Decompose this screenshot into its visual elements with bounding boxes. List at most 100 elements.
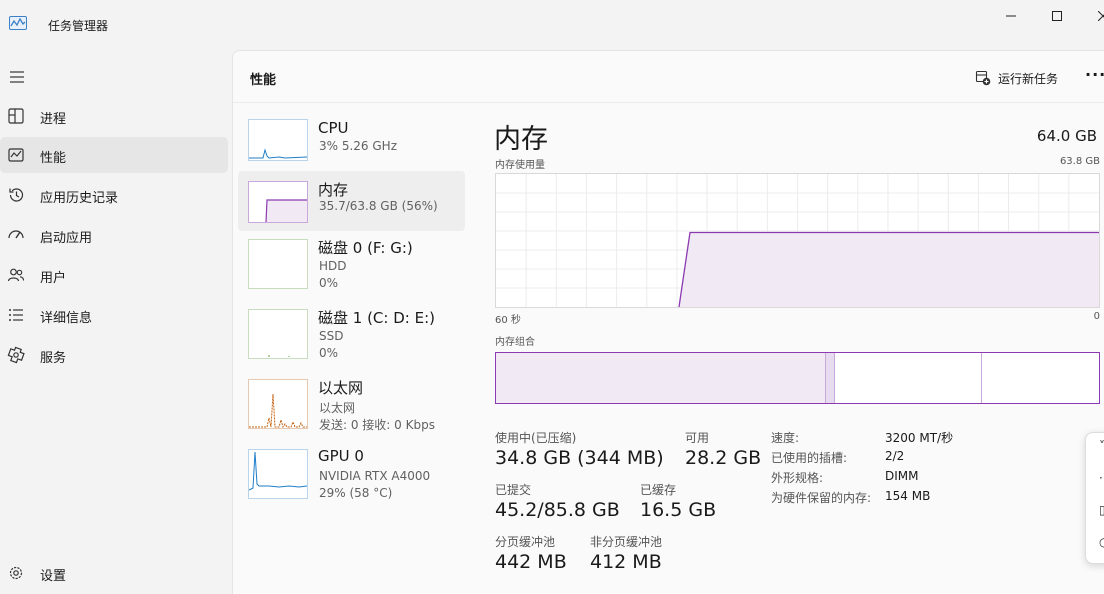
speed-value: 3200 MT/秒 [885, 431, 954, 445]
memory-composition-bar [495, 352, 1100, 404]
processes-icon [8, 108, 24, 124]
memory-usage-max: 63.8 GB [1059, 156, 1100, 167]
perf-item-disk-0[interactable]: 磁盘 0 (F: G:) HDD 0% [238, 239, 465, 299]
memory-total: 64.0 GB [1036, 127, 1097, 145]
gpu-thumbnail-graph [248, 449, 308, 499]
perf-item-cpu[interactable]: CPU 3% 5.26 GHz [238, 119, 465, 179]
perf-item-model: NVIDIA RTX A4000 [319, 469, 431, 483]
hardware-reserved-value: 154 MB [885, 489, 931, 503]
standby-segment [835, 353, 982, 403]
sidebar-item-label: 设置 [40, 569, 67, 584]
maximize-icon [1052, 11, 1062, 21]
slots-key: 已使用的插槽: [771, 451, 848, 465]
performance-icon [8, 148, 24, 162]
sidebar-item-app-history[interactable]: 应用历史记录 [0, 177, 228, 213]
perf-item-memory[interactable]: 内存 35.7/63.8 GB (56%) [238, 171, 465, 231]
sidebar-item-users[interactable]: 用户 [0, 257, 228, 293]
new-task-icon [975, 70, 991, 86]
hamburger-menu-icon[interactable] [9, 70, 27, 84]
paged-pool-label: 分页缓冲池 [495, 535, 556, 549]
perf-item-usage: 0% [319, 346, 339, 360]
perf-item-throughput: 发送: 0 接收: 0 Kbps [319, 418, 435, 432]
close-icon [1098, 11, 1104, 21]
memory-thumbnail-graph [248, 181, 308, 223]
in-use-segment [496, 353, 826, 403]
title-bar: 任务管理器 [0, 0, 1104, 50]
form-factor-value: DIMM [885, 469, 919, 483]
page-header: 性能 运行新任务 ··· [233, 51, 1104, 103]
perf-item-adapter: 以太网 [319, 401, 356, 415]
sidebar-item-performance[interactable]: 性能 [0, 137, 228, 173]
floating-panel-icon-3: ▯ [1099, 503, 1104, 517]
form-factor-key: 外形规格: [771, 471, 824, 485]
more-options-button[interactable]: ··· [1085, 65, 1104, 84]
sidebar-item-label: 应用历史记录 [40, 191, 119, 206]
cpu-thumbnail-graph [248, 119, 308, 161]
sidebar-item-services[interactable]: 服务 [0, 337, 228, 373]
perf-item-name: 以太网 [318, 379, 364, 397]
sidebar-item-label: 服务 [40, 351, 67, 366]
memory-usage-label: 内存使用量 [495, 160, 545, 171]
minimize-icon [1006, 15, 1016, 17]
sidebar-item-startup[interactable]: 启动应用 [0, 217, 228, 253]
run-new-task-label: 运行新任务 [998, 71, 1059, 86]
sidebar: 进程 性能 应用历史记录 启动应用 用户 详细信息 服务 设置 [0, 50, 232, 594]
users-icon [7, 268, 25, 282]
committed-label: 已提交 [495, 483, 532, 497]
sidebar-item-label: 性能 [40, 151, 67, 166]
maximize-button[interactable] [1034, 2, 1080, 30]
slots-value: 2/2 [885, 449, 905, 463]
main-content: 性能 运行新任务 ··· CPU 3% 5.26 GHz [232, 50, 1104, 594]
speed-key: 速度: [771, 431, 800, 445]
memory-usage-area [679, 232, 1099, 307]
sidebar-item-label: 启动应用 [40, 231, 93, 246]
services-icon [7, 346, 25, 364]
perf-item-name: CPU [318, 119, 349, 137]
disk-1-thumbnail-graph [248, 309, 308, 359]
available-label: 可用 [685, 431, 710, 445]
nonpaged-pool-value: 412 MB [590, 551, 662, 573]
perf-item-usage: 0% [319, 276, 339, 290]
floating-panel-icon-1: ˅ [1099, 439, 1104, 453]
perf-item-name: 磁盘 0 (F: G:) [318, 239, 413, 257]
sidebar-item-label: 详细信息 [40, 311, 93, 326]
perf-item-disk-1[interactable]: 磁盘 1 (C: D: E:) SSD 0% [238, 309, 465, 369]
sidebar-item-settings[interactable]: 设置 [0, 555, 228, 591]
run-new-task-button[interactable]: 运行新任务 [975, 68, 1058, 88]
memory-composition-label: 内存组合 [495, 337, 535, 348]
sidebar-item-details[interactable]: 详细信息 [0, 297, 228, 333]
ethernet-thumbnail-graph [248, 379, 308, 429]
committed-value: 45.2/85.8 GB [495, 499, 620, 521]
task-manager-icon [9, 16, 27, 30]
in-use-value: 34.8 GB (344 MB) [495, 447, 664, 469]
axis-right-label: 0 [1093, 311, 1100, 322]
perf-item-name: 内存 [318, 181, 349, 199]
sidebar-item-processes[interactable]: 进程 [0, 98, 228, 134]
perf-item-name: 磁盘 1 (C: D: E:) [318, 309, 435, 327]
page-title: 性能 [250, 73, 277, 88]
memory-usage-chart [496, 174, 1099, 308]
free-segment [982, 353, 1099, 403]
minimize-button[interactable] [988, 2, 1034, 30]
gear-icon [9, 566, 23, 580]
details-icon [9, 309, 23, 321]
nonpaged-pool-label: 非分页缓冲池 [590, 535, 663, 549]
cached-label: 已缓存 [640, 483, 677, 497]
cached-value: 16.5 GB [640, 499, 717, 521]
perf-item-type: SSD [319, 329, 344, 343]
paged-pool-value: 442 MB [495, 551, 567, 573]
in-use-label: 使用中(已压缩) [495, 431, 577, 445]
app-title: 任务管理器 [48, 19, 109, 33]
close-button[interactable] [1080, 2, 1104, 30]
floating-panel-icon-2: · [1099, 471, 1103, 485]
perf-item-gpu[interactable]: GPU 0 NVIDIA RTX A4000 29% (58 °C) [238, 447, 465, 509]
floating-panel[interactable]: ˅ · ▯ ○ [1085, 432, 1104, 564]
memory-usage-graph [495, 173, 1100, 308]
modified-segment [826, 353, 835, 403]
memory-title: 内存 [494, 124, 548, 155]
sidebar-item-label: 用户 [40, 271, 67, 286]
sidebar-item-label: 进程 [40, 112, 67, 127]
axis-left-label: 60 秒 [495, 315, 521, 326]
perf-item-ethernet[interactable]: 以太网 以太网 发送: 0 接收: 0 Kbps [238, 379, 465, 439]
disk-0-thumbnail-graph [248, 239, 308, 289]
